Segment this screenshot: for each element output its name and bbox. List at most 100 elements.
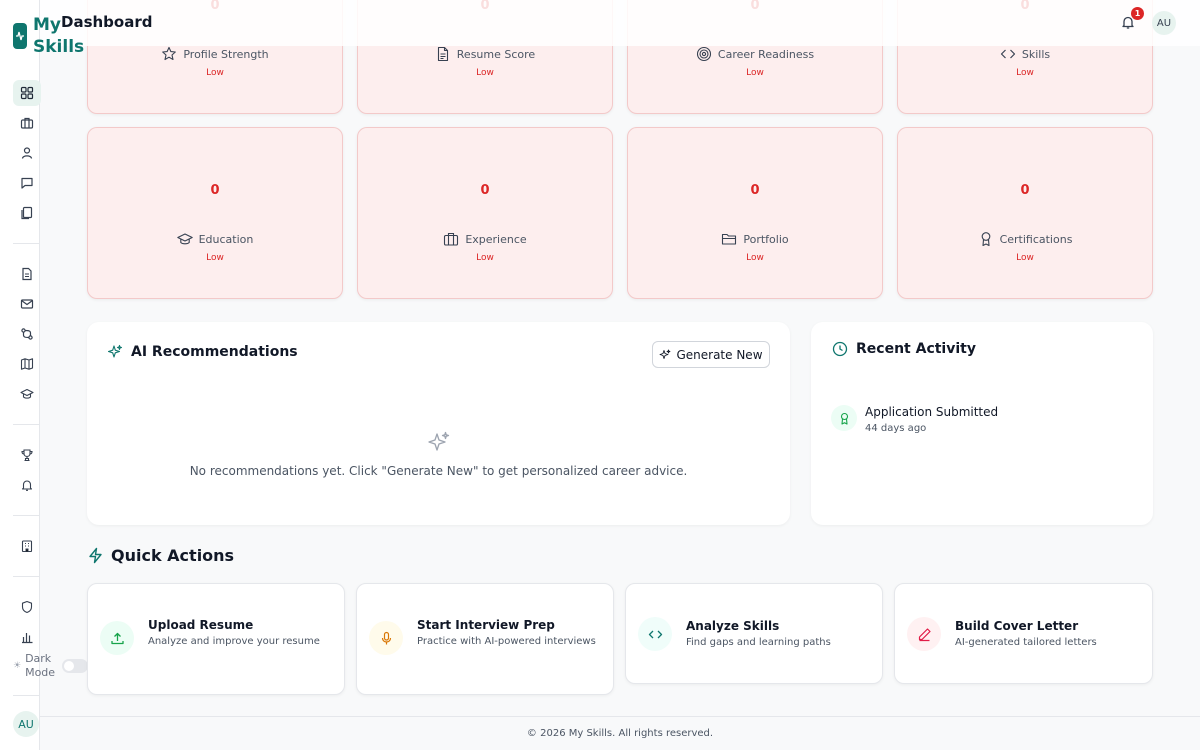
recent-activity-panel: Recent Activity Application Submitted 44… xyxy=(811,322,1153,525)
quick-actions-header: Quick Actions xyxy=(87,546,234,565)
message-icon xyxy=(21,177,33,189)
sidebar-item-companies[interactable] xyxy=(13,533,41,559)
sidebar: ☀ Dark Mode AU xyxy=(0,0,88,750)
stat-label: Certifications xyxy=(999,232,1073,246)
trophy-icon xyxy=(21,449,33,462)
sun-icon: ☀ xyxy=(13,661,22,671)
sidebar-divider xyxy=(13,424,39,425)
qa-desc: AI-generated tailored letters xyxy=(955,637,1097,648)
dark-mode-label: Dark Mode xyxy=(25,652,56,679)
stat-label: Resume Score xyxy=(456,47,536,61)
qa-name: Build Cover Letter xyxy=(955,619,1079,633)
stat-label-row: Resume Score xyxy=(358,46,612,62)
qa-icon-wrap xyxy=(100,621,134,655)
stat-label-row: Education xyxy=(88,231,342,247)
sidebar-item-cover-letters[interactable] xyxy=(13,291,41,317)
stat-label-row: Portfolio xyxy=(628,231,882,247)
file-text-icon xyxy=(22,267,32,281)
qa-icon-wrap xyxy=(369,621,403,655)
stat-value: 0 xyxy=(750,183,760,198)
top-header: Dashboard 1 AU xyxy=(40,0,1200,46)
quick-actions-title: Quick Actions xyxy=(111,546,235,565)
sidebar-item-roadmap[interactable] xyxy=(13,351,41,377)
sidebar-item-dashboard[interactable] xyxy=(13,80,41,106)
sparkles-icon xyxy=(107,344,123,358)
ai-recommendations-title: AI Recommendations xyxy=(131,344,298,360)
pen-icon xyxy=(918,627,931,641)
folder-icon xyxy=(722,233,737,245)
stat-level: Low xyxy=(746,253,764,263)
sidebar-item-security[interactable] xyxy=(13,594,41,620)
map-icon xyxy=(20,358,34,370)
stat-level: Low xyxy=(1016,253,1034,263)
target-icon xyxy=(696,46,711,62)
app-logo-text: My Skills xyxy=(33,15,85,57)
notification-badge: 1 xyxy=(1131,7,1144,20)
stat-card[interactable]: 0 Certifications Low xyxy=(897,127,1153,299)
sidebar-item-compare[interactable] xyxy=(13,321,41,347)
stat-level: Low xyxy=(206,253,224,263)
sparkles-icon xyxy=(428,431,450,451)
stat-label-row: Experience xyxy=(358,231,612,247)
stat-card[interactable]: 0 Education Low xyxy=(87,127,343,299)
stat-card[interactable]: 0 Experience Low xyxy=(357,127,613,299)
graduation-cap-icon xyxy=(20,388,34,399)
qa-name: Upload Resume xyxy=(148,618,254,632)
stat-label-row: Profile Strength xyxy=(88,46,342,62)
dashboard-icon xyxy=(20,86,34,100)
sidebar-item-documents[interactable] xyxy=(13,200,41,226)
activity-title: Application Submitted xyxy=(865,405,999,419)
dark-mode-toggle[interactable] xyxy=(62,659,88,673)
sidebar-item-learning[interactable] xyxy=(13,381,41,407)
ai-recommendations-panel: AI Recommendations Generate New No recom… xyxy=(87,322,790,525)
quick-action-analyze-skills[interactable]: Analyze Skills Find gaps and learning pa… xyxy=(625,583,883,684)
quick-action-upload-resume[interactable]: Upload Resume Analyze and improve your r… xyxy=(87,583,345,695)
qa-desc: Analyze and improve your resume xyxy=(148,636,320,647)
stat-label: Skills xyxy=(1021,47,1051,61)
recent-activity-header: Recent Activity xyxy=(832,341,976,357)
sidebar-item-notifications[interactable] xyxy=(13,472,41,498)
stat-level: Low xyxy=(206,68,224,78)
sidebar-item-achievements[interactable] xyxy=(13,442,41,468)
activity-time: 44 days ago xyxy=(865,423,927,434)
quick-action-interview-prep[interactable]: Start Interview Prep Practice with AI-po… xyxy=(356,583,614,695)
sidebar-divider xyxy=(13,576,39,577)
stat-label-row: Certifications xyxy=(898,231,1152,247)
sidebar-item-messages[interactable] xyxy=(13,170,41,196)
code-icon xyxy=(1000,49,1015,59)
sidebar-item-resume[interactable] xyxy=(13,261,41,287)
quick-action-cover-letter[interactable]: Build Cover Letter AI-generated tailored… xyxy=(894,583,1153,684)
user-avatar[interactable]: AU xyxy=(1152,11,1176,35)
award-icon xyxy=(840,412,848,425)
stat-level: Low xyxy=(746,68,764,78)
generate-new-button[interactable]: Generate New xyxy=(652,341,770,368)
bar-chart-icon xyxy=(22,633,33,644)
qa-icon-wrap xyxy=(638,617,672,651)
stat-value: 0 xyxy=(480,183,490,198)
sidebar-divider xyxy=(13,695,39,696)
stat-label: Career Readiness xyxy=(717,47,815,61)
stat-level: Low xyxy=(476,68,494,78)
briefcase-icon xyxy=(444,232,459,246)
stat-label: Experience xyxy=(465,232,527,246)
qa-desc: Practice with AI-powered interviews xyxy=(417,636,596,647)
activity-icon xyxy=(831,405,857,431)
sidebar-item-profile[interactable] xyxy=(13,140,41,166)
qa-desc: Find gaps and learning paths xyxy=(686,637,831,648)
stat-card[interactable]: 0 Portfolio Low xyxy=(627,127,883,299)
sidebar-item-analytics[interactable] xyxy=(13,624,41,650)
stat-level: Low xyxy=(476,253,494,263)
sidebar-divider xyxy=(13,515,39,516)
generate-new-label: Generate New xyxy=(676,347,763,362)
qa-name: Start Interview Prep xyxy=(417,618,555,632)
sidebar-avatar[interactable]: AU xyxy=(13,711,39,737)
sidebar-divider xyxy=(13,243,39,244)
stat-label: Education xyxy=(198,232,254,246)
stat-label-row: Skills xyxy=(898,46,1152,62)
qa-icon-wrap xyxy=(907,617,941,651)
briefcase-icon xyxy=(20,117,34,129)
sidebar-item-jobs[interactable] xyxy=(13,110,41,136)
user-icon xyxy=(21,147,33,159)
zap-icon xyxy=(89,547,102,564)
stat-label-row: Career Readiness xyxy=(628,46,882,62)
